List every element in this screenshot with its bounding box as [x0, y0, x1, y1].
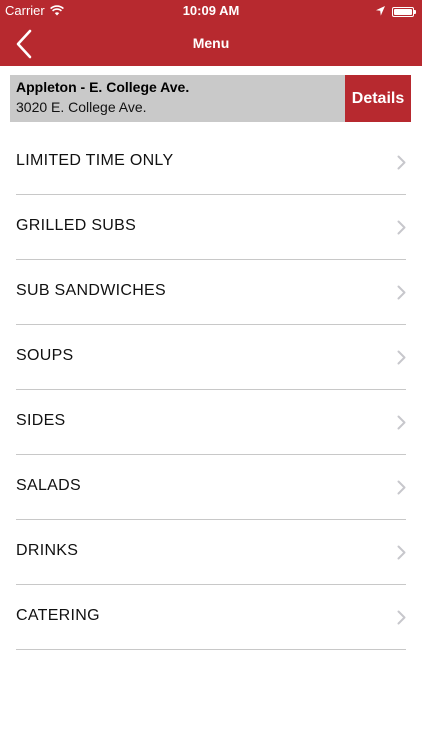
status-indicators [376, 4, 416, 19]
top-bar: Carrier 10:09 AM Menu [0, 0, 422, 66]
menu-item-grilled-subs[interactable]: GRILLED SUBS [16, 195, 406, 260]
details-button[interactable]: Details [345, 75, 411, 122]
store-name: Appleton - E. College Ave. [16, 79, 190, 95]
battery-icon [392, 6, 416, 17]
menu-item-catering[interactable]: CATERING [16, 585, 406, 650]
menu-item-label: SUB SANDWICHES [16, 282, 166, 299]
menu-item-drinks[interactable]: DRINKS [16, 520, 406, 585]
menu-item-label: SOUPS [16, 347, 74, 364]
menu-item-sub-sandwiches[interactable]: SUB SANDWICHES [16, 260, 406, 325]
menu-item-label: CATERING [16, 607, 100, 624]
status-bar: Carrier 10:09 AM [0, 0, 422, 22]
store-address: 3020 E. College Ave. [16, 99, 147, 115]
chevron-right-icon [397, 545, 406, 560]
chevron-right-icon [397, 285, 406, 300]
status-time: 10:09 AM [182, 3, 240, 18]
menu-item-label: SALADS [16, 477, 81, 494]
menu-category-list: LIMITED TIME ONLY GRILLED SUBS SUB SANDW… [0, 130, 422, 650]
menu-item-label: DRINKS [16, 542, 79, 559]
menu-item-label: GRILLED SUBS [16, 217, 137, 234]
chevron-right-icon [397, 480, 406, 495]
menu-item-label: LIMITED TIME ONLY [16, 152, 174, 169]
menu-item-label: SIDES [16, 412, 66, 429]
menu-item-sides[interactable]: SIDES [16, 390, 406, 455]
page-title: Menu [192, 35, 230, 51]
chevron-right-icon [397, 350, 406, 365]
location-arrow-icon [376, 4, 385, 19]
menu-item-soups[interactable]: SOUPS [16, 325, 406, 390]
menu-item-limited-time-only[interactable]: LIMITED TIME ONLY [16, 130, 406, 195]
chevron-right-icon [397, 415, 406, 430]
store-banner: Appleton - E. College Ave. 3020 E. Colle… [10, 75, 411, 122]
chevron-right-icon [397, 610, 406, 625]
menu-item-salads[interactable]: SALADS [16, 455, 406, 520]
navigation-bar: Menu [0, 22, 422, 66]
chevron-right-icon [397, 155, 406, 170]
chevron-right-icon [397, 220, 406, 235]
